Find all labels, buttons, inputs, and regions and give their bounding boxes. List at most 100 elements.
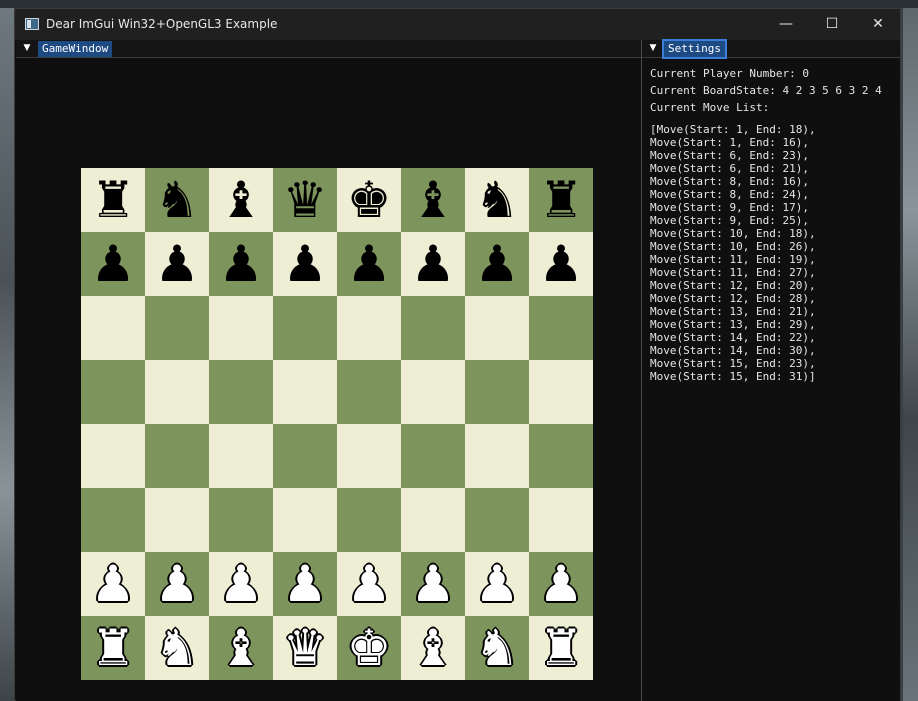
board-square[interactable]: ♞: [145, 168, 209, 232]
collapse-arrow-icon[interactable]: ▼: [21, 42, 33, 54]
white-pawn-icon[interactable]: ♟: [475, 559, 520, 609]
board-square[interactable]: ♞: [465, 616, 529, 680]
black-pawn-icon[interactable]: ♟: [539, 239, 584, 289]
board-square[interactable]: [273, 488, 337, 552]
collapse-arrow-icon[interactable]: ▼: [647, 42, 659, 54]
board-square[interactable]: [529, 360, 593, 424]
board-square[interactable]: ♟: [529, 552, 593, 616]
black-king-icon[interactable]: ♚: [347, 175, 392, 225]
board-square[interactable]: ♟: [337, 552, 401, 616]
black-rook-icon[interactable]: ♜: [91, 175, 136, 225]
board-square[interactable]: ♞: [465, 168, 529, 232]
board-square[interactable]: [81, 488, 145, 552]
white-king-icon[interactable]: ♚: [347, 623, 392, 673]
board-square[interactable]: ♝: [209, 616, 273, 680]
board-square[interactable]: ♛: [273, 616, 337, 680]
white-rook-icon[interactable]: ♜: [539, 623, 584, 673]
board-square[interactable]: ♟: [529, 232, 593, 296]
board-square[interactable]: [529, 424, 593, 488]
board-square[interactable]: [465, 360, 529, 424]
black-queen-icon[interactable]: ♛: [283, 175, 328, 225]
board-square[interactable]: [145, 296, 209, 360]
board-square[interactable]: ♟: [273, 232, 337, 296]
black-pawn-icon[interactable]: ♟: [475, 239, 520, 289]
black-pawn-icon[interactable]: ♟: [347, 239, 392, 289]
white-bishop-icon[interactable]: ♝: [411, 623, 456, 673]
board-square[interactable]: [145, 360, 209, 424]
black-knight-icon[interactable]: ♞: [155, 175, 200, 225]
white-pawn-icon[interactable]: ♟: [283, 559, 328, 609]
board-square[interactable]: [209, 488, 273, 552]
board-square[interactable]: ♜: [81, 168, 145, 232]
white-rook-icon[interactable]: ♜: [91, 623, 136, 673]
board-square[interactable]: [81, 296, 145, 360]
black-pawn-icon[interactable]: ♟: [155, 239, 200, 289]
board-square[interactable]: [337, 296, 401, 360]
board-square[interactable]: [401, 296, 465, 360]
board-square[interactable]: [337, 424, 401, 488]
board-square[interactable]: ♜: [529, 168, 593, 232]
board-square[interactable]: [337, 360, 401, 424]
board-square[interactable]: ♝: [401, 168, 465, 232]
board-square[interactable]: [273, 296, 337, 360]
black-rook-icon[interactable]: ♜: [539, 175, 584, 225]
black-bishop-icon[interactable]: ♝: [219, 175, 264, 225]
board-square[interactable]: [401, 360, 465, 424]
board-square[interactable]: [401, 488, 465, 552]
black-pawn-icon[interactable]: ♟: [283, 239, 328, 289]
board-square[interactable]: ♜: [81, 616, 145, 680]
board-square[interactable]: [337, 488, 401, 552]
white-bishop-icon[interactable]: ♝: [219, 623, 264, 673]
board-square[interactable]: [273, 360, 337, 424]
white-pawn-icon[interactable]: ♟: [219, 559, 264, 609]
board-square[interactable]: [529, 296, 593, 360]
board-square[interactable]: [209, 296, 273, 360]
black-bishop-icon[interactable]: ♝: [411, 175, 456, 225]
board-square[interactable]: ♛: [273, 168, 337, 232]
white-pawn-icon[interactable]: ♟: [155, 559, 200, 609]
white-pawn-icon[interactable]: ♟: [347, 559, 392, 609]
board-square[interactable]: ♟: [465, 552, 529, 616]
white-knight-icon[interactable]: ♞: [155, 623, 200, 673]
title-bar[interactable]: Dear ImGui Win32+OpenGL3 Example — ☐ ✕: [15, 9, 900, 40]
board-square[interactable]: [273, 424, 337, 488]
board-square[interactable]: ♚: [337, 168, 401, 232]
board-square[interactable]: [209, 424, 273, 488]
board-square[interactable]: [209, 360, 273, 424]
white-queen-icon[interactable]: ♛: [283, 623, 328, 673]
board-square[interactable]: ♝: [209, 168, 273, 232]
board-square[interactable]: ♟: [81, 232, 145, 296]
board-square[interactable]: ♟: [401, 552, 465, 616]
tab-gamewindow[interactable]: GameWindow: [38, 41, 112, 57]
minimize-button[interactable]: —: [763, 9, 809, 40]
white-pawn-icon[interactable]: ♟: [411, 559, 456, 609]
board-square[interactable]: ♚: [337, 616, 401, 680]
board-square[interactable]: ♟: [209, 552, 273, 616]
board-square[interactable]: [145, 488, 209, 552]
board-square[interactable]: [81, 360, 145, 424]
board-square[interactable]: ♟: [145, 232, 209, 296]
board-square[interactable]: [81, 424, 145, 488]
board-square[interactable]: ♟: [465, 232, 529, 296]
board-square[interactable]: ♟: [273, 552, 337, 616]
white-pawn-icon[interactable]: ♟: [539, 559, 584, 609]
black-pawn-icon[interactable]: ♟: [219, 239, 264, 289]
board-square[interactable]: ♟: [81, 552, 145, 616]
board-square[interactable]: ♟: [209, 232, 273, 296]
close-button[interactable]: ✕: [855, 9, 901, 40]
board-square[interactable]: [145, 424, 209, 488]
board-square[interactable]: [401, 424, 465, 488]
black-pawn-icon[interactable]: ♟: [411, 239, 456, 289]
board-square[interactable]: [465, 424, 529, 488]
black-knight-icon[interactable]: ♞: [475, 175, 520, 225]
black-pawn-icon[interactable]: ♟: [91, 239, 136, 289]
board-square[interactable]: ♟: [337, 232, 401, 296]
board-square[interactable]: ♟: [401, 232, 465, 296]
chess-board[interactable]: ♜♞♝♛♚♝♞♜♟♟♟♟♟♟♟♟♟♟♟♟♟♟♟♟♜♞♝♛♚♝♞♜: [81, 168, 593, 680]
tab-settings[interactable]: Settings: [664, 41, 725, 57]
board-square[interactable]: [529, 488, 593, 552]
board-square[interactable]: ♝: [401, 616, 465, 680]
white-knight-icon[interactable]: ♞: [475, 623, 520, 673]
board-square[interactable]: [465, 296, 529, 360]
board-square[interactable]: [465, 488, 529, 552]
